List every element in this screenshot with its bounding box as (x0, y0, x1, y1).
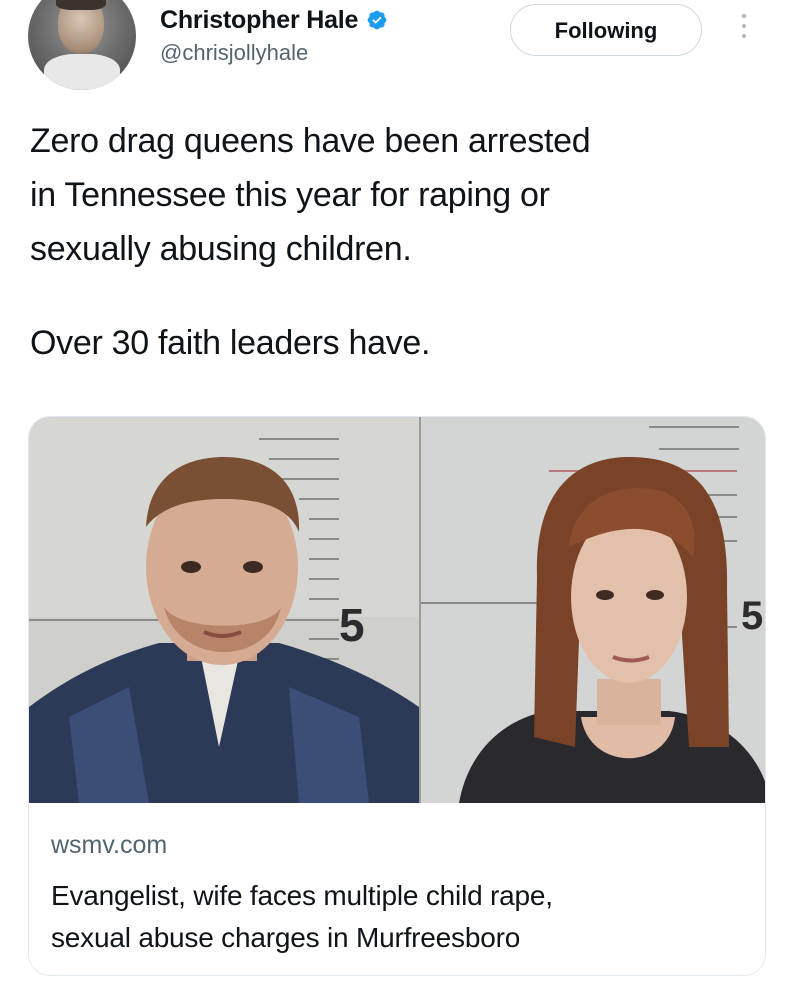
following-button[interactable]: Following (510, 4, 702, 56)
tweet-header: Christopher Hale @chrisjollyhale Followi… (0, 0, 794, 100)
verified-badge-icon (367, 10, 387, 30)
link-preview-image[interactable]: 5 5 (29, 417, 766, 803)
author-name-row[interactable]: Christopher Hale (160, 2, 388, 38)
author-display-name[interactable]: Christopher Hale (160, 6, 358, 35)
more-vertical-icon[interactable] (734, 8, 754, 52)
height-number-left: 5 (339, 599, 365, 651)
link-title-line: sexual abuse charges in Murfreesboro (51, 922, 521, 953)
tweet-text: Zero drag queens have been arrested in T… (30, 114, 770, 370)
tweet-line: Over 30 faith leaders have. (30, 324, 431, 362)
tweet-line: Zero drag queens have been arrested (30, 122, 591, 160)
tweet-line: in Tennessee this year for raping or (30, 176, 550, 214)
link-domain[interactable]: wsmv.com (51, 831, 167, 860)
author-handle[interactable]: @chrisjollyhale (160, 40, 308, 66)
link-preview-card[interactable]: 5 5 wsmv.com Evangelist, wife faces mult… (28, 416, 766, 976)
link-card-meta[interactable]: wsmv.com Evangelist, wife faces multiple… (29, 803, 765, 975)
avatar[interactable] (28, 0, 136, 90)
link-title[interactable]: Evangelist, wife faces multiple child ra… (51, 875, 751, 959)
link-title-line: Evangelist, wife faces multiple child ra… (51, 880, 553, 911)
tweet-line: sexually abusing children. (30, 230, 412, 268)
height-number-right: 5 (741, 594, 763, 638)
